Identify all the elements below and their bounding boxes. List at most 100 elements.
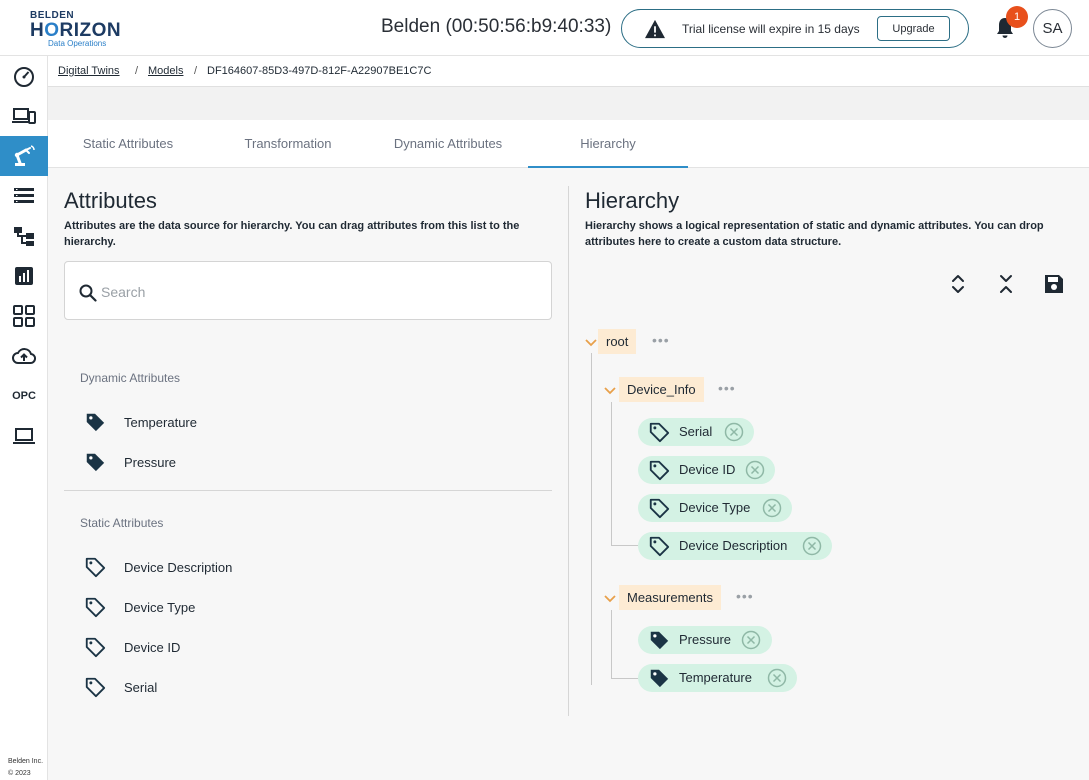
attribute-item-device-type[interactable]: Device Type bbox=[84, 595, 195, 619]
opc-icon: OPC bbox=[12, 390, 36, 402]
model-tabs: Static Attributes Transformation Dynamic… bbox=[48, 120, 1089, 168]
tree-line bbox=[611, 545, 638, 546]
save-icon[interactable] bbox=[1042, 272, 1066, 296]
tree-node-device-info[interactable]: Device_Info bbox=[619, 377, 704, 402]
chip-label: Device Description bbox=[679, 538, 788, 553]
belden-horizon-logo[interactable]: BELDEN HORIZON Data Operations bbox=[28, 10, 128, 48]
robot-arm-icon bbox=[14, 145, 35, 166]
remove-icon[interactable] bbox=[741, 630, 761, 650]
tab-dynamic-attributes[interactable]: Dynamic Attributes bbox=[368, 120, 528, 168]
sidebar-item-dashboard[interactable] bbox=[0, 56, 48, 96]
analytics-icon bbox=[15, 267, 33, 285]
attribute-item-temperature[interactable]: Temperature bbox=[84, 410, 197, 434]
search-input[interactable] bbox=[101, 280, 531, 304]
user-avatar[interactable]: SA bbox=[1033, 9, 1072, 48]
remove-icon[interactable] bbox=[724, 422, 744, 442]
static-attributes-label: Static Attributes bbox=[80, 516, 164, 530]
hierarchy-icon bbox=[14, 227, 34, 246]
devices-icon bbox=[12, 108, 36, 124]
tag-filled-icon bbox=[650, 631, 669, 650]
sidebar-item-analytics[interactable] bbox=[0, 256, 48, 296]
sidebar-item-hierarchy[interactable] bbox=[0, 216, 48, 256]
more-options-icon[interactable]: ••• bbox=[652, 332, 670, 348]
sidebar-item-list[interactable] bbox=[0, 176, 48, 216]
attribute-label: Temperature bbox=[124, 414, 197, 430]
hierarchy-chip-serial[interactable]: Serial bbox=[638, 418, 754, 446]
remove-icon[interactable] bbox=[745, 460, 765, 480]
attribute-item-device-description[interactable]: Device Description bbox=[84, 555, 232, 579]
tree-node-measurements[interactable]: Measurements bbox=[619, 585, 721, 610]
upgrade-button[interactable]: Upgrade bbox=[877, 16, 950, 41]
attribute-item-device-id[interactable]: Device ID bbox=[84, 635, 180, 659]
copyright-year: © 2023 bbox=[8, 770, 31, 777]
device-title: Belden (00:50:56:b9:40:33) bbox=[381, 16, 612, 37]
tag-outline-icon bbox=[85, 557, 106, 578]
collapse-all-icon[interactable] bbox=[994, 272, 1018, 296]
dynamic-attributes-label: Dynamic Attributes bbox=[80, 371, 181, 385]
remove-icon[interactable] bbox=[762, 498, 782, 518]
tag-filled-icon bbox=[86, 413, 105, 432]
notification-count-badge: 1 bbox=[1006, 6, 1028, 28]
sidebar-item-cloud[interactable] bbox=[0, 336, 48, 376]
chevron-down-icon[interactable] bbox=[584, 338, 598, 348]
trial-license-banner: Trial license will expire in 15 days Upg… bbox=[621, 9, 969, 48]
hierarchy-title: Hierarchy bbox=[585, 188, 680, 213]
panel-divider bbox=[568, 186, 569, 716]
tab-static-attributes[interactable]: Static Attributes bbox=[48, 120, 208, 168]
attribute-label: Device Type bbox=[124, 599, 196, 615]
section-divider bbox=[64, 490, 552, 491]
chip-label: Pressure bbox=[679, 632, 732, 647]
attribute-item-pressure[interactable]: Pressure bbox=[84, 450, 176, 474]
trial-message: Trial license will expire in 15 days bbox=[682, 22, 860, 36]
tab-hierarchy[interactable]: Hierarchy bbox=[528, 120, 688, 168]
more-options-icon[interactable]: ••• bbox=[736, 588, 754, 604]
breadcrumb-separator: / bbox=[194, 65, 198, 77]
hierarchy-description: Hierarchy shows a logical representation… bbox=[585, 220, 1044, 248]
chevron-down-icon[interactable] bbox=[603, 386, 617, 396]
tab-transformation[interactable]: Transformation bbox=[208, 120, 368, 168]
tree-line bbox=[611, 678, 638, 679]
more-options-icon[interactable]: ••• bbox=[718, 380, 736, 396]
hierarchy-chip-device-id[interactable]: Device ID bbox=[638, 456, 775, 484]
tag-filled-icon bbox=[650, 669, 669, 688]
sidebar-item-opc[interactable]: OPC bbox=[0, 376, 48, 416]
app-header: BELDEN HORIZON Data Operations Belden (0… bbox=[0, 0, 1089, 56]
attribute-label: Device ID bbox=[124, 639, 181, 655]
attribute-label: Serial bbox=[124, 679, 158, 695]
expand-all-icon[interactable] bbox=[946, 272, 970, 296]
toolbar-strip bbox=[48, 87, 1089, 120]
chip-label: Device Type bbox=[679, 500, 751, 515]
hierarchy-chip-device-type[interactable]: Device Type bbox=[638, 494, 792, 522]
tree-node-root[interactable]: root bbox=[598, 329, 637, 354]
chevron-down-icon[interactable] bbox=[603, 594, 617, 604]
tree-line bbox=[611, 610, 612, 678]
sidebar-item-devices[interactable] bbox=[0, 96, 48, 136]
breadcrumb: Digital Twins / Models / DF164607-85D3-4… bbox=[48, 56, 1089, 87]
remove-icon[interactable] bbox=[767, 668, 787, 688]
sidebar-item-laptop[interactable] bbox=[0, 416, 48, 456]
sidebar-item-digital-twins[interactable] bbox=[0, 136, 48, 176]
hierarchy-chip-device-description[interactable]: Device Description bbox=[638, 532, 832, 560]
attribute-item-serial[interactable]: Serial bbox=[84, 675, 157, 699]
tag-outline-icon bbox=[85, 677, 106, 698]
hierarchy-chip-temperature[interactable]: Temperature bbox=[638, 664, 797, 692]
chip-label: Device ID bbox=[679, 462, 736, 477]
hierarchy-chip-pressure[interactable]: Pressure bbox=[638, 626, 772, 654]
tag-outline-icon bbox=[649, 498, 670, 519]
tree-line bbox=[591, 353, 592, 685]
breadcrumb-digital-twins[interactable]: Digital Twins bbox=[58, 65, 120, 77]
remove-icon[interactable] bbox=[802, 536, 822, 556]
laptop-icon bbox=[13, 428, 35, 444]
dashboard-icon bbox=[14, 67, 34, 87]
search-icon bbox=[79, 284, 97, 302]
warning-icon bbox=[645, 19, 665, 39]
tag-outline-icon bbox=[649, 422, 670, 443]
logo-product-prefix: H bbox=[30, 20, 45, 41]
chip-label: Temperature bbox=[679, 670, 752, 685]
tree-line bbox=[611, 402, 612, 545]
logo-tagline: Data Operations bbox=[48, 39, 107, 48]
attribute-search bbox=[64, 261, 552, 320]
sidebar-item-apps[interactable] bbox=[0, 296, 48, 336]
logo-product-o: O bbox=[44, 20, 60, 41]
breadcrumb-models[interactable]: Models bbox=[148, 65, 183, 77]
